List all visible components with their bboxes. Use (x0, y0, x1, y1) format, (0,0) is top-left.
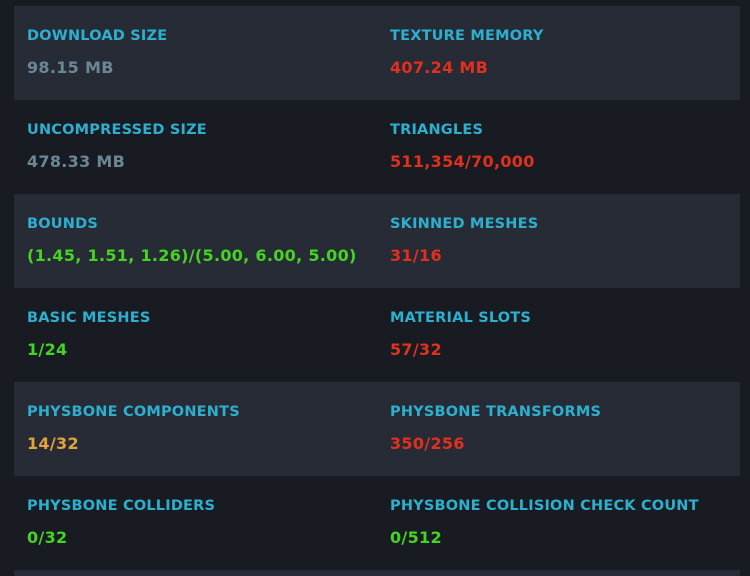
stat-label: BASIC MESHES (27, 310, 151, 326)
stat-skinned-meshes: SKINNED MESHES 31/16 (390, 216, 538, 265)
stat-physbone-colliders: PHYSBONE COLLIDERS 0/32 (27, 498, 215, 547)
stat-label: MATERIAL SLOTS (390, 310, 532, 326)
stat-label: DOWNLOAD SIZE (27, 28, 168, 44)
stats-row: DOWNLOAD SIZE 98.15 MB TEXTURE MEMORY 40… (14, 6, 740, 100)
stat-label: BOUNDS (27, 216, 98, 232)
stat-label: TRIANGLES (390, 122, 484, 138)
stat-label: PHYSBONE COLLISION CHECK COUNT (390, 498, 699, 514)
stat-value: 407.24 MB (390, 58, 489, 77)
stat-label: UNCOMPRESSED SIZE (27, 122, 207, 138)
next-row-edge (14, 570, 740, 576)
stat-value: (1.45, 1.51, 1.26)/(5.00, 6.00, 5.00) (27, 246, 357, 265)
stat-physbone-components: PHYSBONE COMPONENTS 14/32 (27, 404, 240, 453)
stat-value: 98.15 MB (27, 58, 114, 77)
stat-value: 57/32 (390, 340, 442, 359)
stat-label: PHYSBONE TRANSFORMS (390, 404, 602, 420)
stat-label: SKINNED MESHES (390, 216, 539, 232)
stat-value: 511,354/70,000 (390, 152, 535, 171)
stat-uncompressed-size: UNCOMPRESSED SIZE 478.33 MB (27, 122, 207, 171)
stat-label: PHYSBONE COMPONENTS (27, 404, 240, 420)
stat-physbone-collision-check-count: PHYSBONE COLLISION CHECK COUNT 0/512 (390, 498, 699, 547)
stat-triangles: TRIANGLES 511,354/70,000 (390, 122, 535, 171)
stat-material-slots: MATERIAL SLOTS 57/32 (390, 310, 531, 359)
stat-value: 1/24 (27, 340, 68, 359)
stat-label: TEXTURE MEMORY (390, 28, 544, 44)
stat-value: 14/32 (27, 434, 79, 453)
stats-row: UNCOMPRESSED SIZE 478.33 MB TRIANGLES 51… (14, 100, 740, 194)
stats-row: PHYSBONE COLLIDERS 0/32 PHYSBONE COLLISI… (14, 476, 740, 570)
stat-download-size: DOWNLOAD SIZE 98.15 MB (27, 28, 167, 77)
stats-row: BOUNDS (1.45, 1.51, 1.26)/(5.00, 6.00, 5… (14, 194, 740, 288)
stat-physbone-transforms: PHYSBONE TRANSFORMS 350/256 (390, 404, 601, 453)
stat-value: 350/256 (390, 434, 465, 453)
stat-value: 0/32 (27, 528, 68, 547)
stat-basic-meshes: BASIC MESHES 1/24 (27, 310, 150, 359)
stats-row: BASIC MESHES 1/24 MATERIAL SLOTS 57/32 (14, 288, 740, 382)
stat-label: PHYSBONE COLLIDERS (27, 498, 216, 514)
stat-texture-memory: TEXTURE MEMORY 407.24 MB (390, 28, 544, 77)
stats-row: PHYSBONE COMPONENTS 14/32 PHYSBONE TRANS… (14, 382, 740, 476)
stat-value: 478.33 MB (27, 152, 126, 171)
stat-value: 31/16 (390, 246, 442, 265)
stat-bounds: BOUNDS (1.45, 1.51, 1.26)/(5.00, 6.00, 5… (27, 216, 357, 265)
stat-value: 0/512 (390, 528, 442, 547)
performance-stats-panel: DOWNLOAD SIZE 98.15 MB TEXTURE MEMORY 40… (14, 6, 740, 576)
